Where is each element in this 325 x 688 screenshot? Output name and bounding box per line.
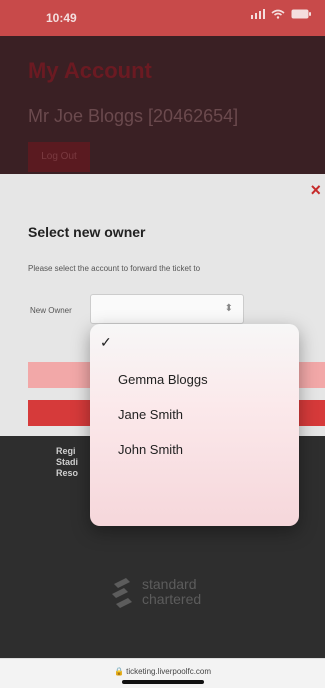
owner-dropdown-menu: ✓ Gemma Bloggs Jane Smith John Smith <box>90 324 299 526</box>
sponsor-text: standard chartered <box>142 577 201 607</box>
phone-screen: 10:49 My Account Mr Joe Bloggs [20462654… <box>0 0 325 688</box>
chevron-updown-icon: ⬍ <box>224 303 233 314</box>
sponsor-line: chartered <box>142 591 202 607</box>
status-bar: 10:49 <box>0 0 325 36</box>
status-icons <box>251 9 311 19</box>
modal-description: Please select the account to forward the… <box>28 264 201 273</box>
lock-icon: 🔒 <box>113 667 127 676</box>
signal-icon <box>251 9 265 19</box>
sponsor-logo: standard chartered <box>110 574 201 610</box>
sponsor-line: standard <box>142 576 197 592</box>
new-owner-select[interactable]: ⬍ <box>90 294 244 324</box>
new-owner-label: New Owner <box>30 306 72 315</box>
logout-button: Log Out <box>28 142 90 172</box>
standard-chartered-icon <box>112 578 132 608</box>
user-name: Mr Joe Bloggs [20462654] <box>28 106 239 126</box>
url-value: ticketing.liverpoolfc.com <box>126 667 212 676</box>
footer-line: Reso <box>56 468 79 478</box>
footer-text: Regi Stadi Reso <box>56 446 78 479</box>
page-title: My Account <box>28 58 152 83</box>
checkmark-icon: ✓ <box>100 334 112 350</box>
url-text: 🔒 ticketing.liverpoolfc.com <box>0 667 325 676</box>
dropdown-option-jane[interactable]: Jane Smith <box>118 407 183 422</box>
close-icon[interactable]: × <box>310 180 321 201</box>
footer-line: Regi <box>56 446 76 456</box>
modal-title: Select new owner <box>28 224 146 240</box>
dropdown-option-gemma[interactable]: Gemma Bloggs <box>118 372 208 387</box>
account-page-background: My Account Mr Joe Bloggs [20462654] Log … <box>0 36 325 174</box>
footer-line: Stadi <box>56 457 79 467</box>
wifi-icon <box>271 9 285 19</box>
home-indicator <box>122 680 204 684</box>
status-time: 10:49 <box>46 11 77 25</box>
battery-icon <box>291 9 311 19</box>
dropdown-option-john[interactable]: John Smith <box>118 442 183 457</box>
